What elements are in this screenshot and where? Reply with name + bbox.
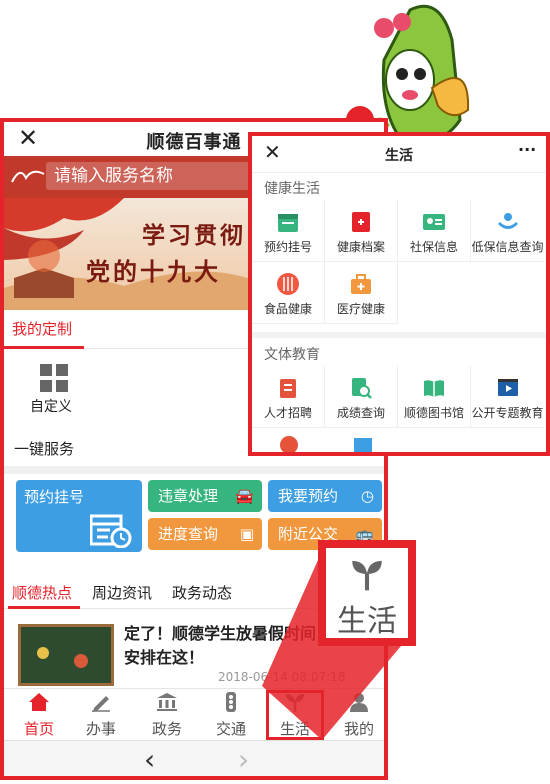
partial-icon	[354, 438, 372, 452]
appointment-tile[interactable]: 预约挂号	[16, 480, 142, 552]
tab-traffic[interactable]: 交通	[200, 692, 262, 739]
calendar-icon	[278, 214, 298, 232]
search-doc-icon	[352, 378, 372, 399]
tab-government[interactable]: 政务	[136, 692, 198, 739]
tab-label: 我的	[343, 720, 374, 738]
forward-icon[interactable]: ›	[238, 743, 249, 776]
logo-icon	[10, 164, 46, 188]
grid-item-label: 医疗健康	[336, 302, 385, 316]
grid-item-education[interactable]: 公开专题教育	[471, 366, 544, 428]
clock-icon: ◷	[360, 487, 374, 505]
news-timestamp: 2018-06-14 08:07:18	[218, 670, 346, 684]
grid-icon[interactable]	[40, 364, 68, 392]
tab-shunde-hot[interactable]: 顺德热点	[12, 582, 72, 603]
banner-line2: 党的十九大	[86, 257, 221, 286]
grid-item-social-security[interactable]: 社保信息	[398, 200, 471, 262]
tile-label: 我要预约	[278, 487, 339, 505]
tab-label: 交通	[215, 720, 246, 738]
user-icon	[350, 693, 368, 712]
medical-kit-icon	[351, 274, 371, 294]
home-icon	[29, 693, 49, 711]
grid-item-library[interactable]: 顺德图书馆	[398, 366, 471, 428]
tab-label: 办事	[85, 720, 116, 738]
tab-label: 首页	[23, 720, 54, 738]
recruit-icon	[280, 379, 296, 398]
grid-item-recruit[interactable]: 人才招聘	[252, 366, 325, 428]
tile-label: 进度查询	[158, 525, 219, 543]
document-search-icon: ▣	[239, 525, 254, 543]
tile-label: 违章处理	[158, 487, 219, 505]
tab-nearby-news[interactable]: 周边资讯	[92, 582, 152, 603]
search-input[interactable]: 请输入服务名称	[46, 162, 256, 190]
grid-item-label: 顺德图书馆	[403, 406, 464, 420]
grid-item-appointment[interactable]: 预约挂号	[252, 200, 325, 262]
video-icon	[497, 379, 518, 396]
grid-item-label: 人才招聘	[263, 406, 312, 420]
custom-item-label[interactable]: 自定义	[30, 396, 72, 416]
grid-item-label: 健康档案	[336, 240, 385, 254]
grid-item-medical[interactable]: 医疗健康	[325, 262, 398, 324]
reserve-tile[interactable]: 我要预约 ◷	[268, 480, 382, 512]
grid-item-low-income[interactable]: 低保信息查询	[471, 200, 544, 262]
browser-nav-bar: ‹ ›	[4, 740, 384, 776]
book-icon	[424, 380, 444, 397]
popup-title: 生活	[385, 148, 413, 164]
tab-gov-news[interactable]: 政务动态	[172, 582, 232, 603]
grid-item-food-health[interactable]: 食品健康	[252, 262, 325, 324]
id-card-icon	[423, 214, 445, 230]
tab-my-custom[interactable]: 我的定制	[12, 318, 72, 339]
grid-item-label: 食品健康	[263, 302, 312, 316]
car-icon: 🚘	[235, 487, 254, 505]
grid-item-label: 预约挂号	[263, 240, 312, 254]
traffic-light-icon	[226, 692, 236, 712]
tab-mine[interactable]: 我的	[328, 692, 384, 739]
violation-tile[interactable]: 违章处理 🚘	[148, 480, 262, 512]
zoom-label: 生活	[337, 604, 397, 639]
grid-item-label: 低保信息查询	[471, 240, 544, 254]
tile-label: 预约挂号	[24, 488, 85, 506]
section-title: 健康生活	[264, 181, 320, 197]
divider	[252, 332, 546, 338]
progress-tile[interactable]: 进度查询 ▣	[148, 518, 262, 550]
tab-home[interactable]: 首页	[8, 692, 70, 739]
back-icon[interactable]: ‹	[144, 743, 155, 776]
life-popup: ✕ 生活 ··· 健康生活 预约挂号 健康档案 社保信息 低保信息查询 食品健康…	[248, 132, 550, 456]
hands-icon	[497, 213, 518, 229]
grid-item-label: 成绩查询	[336, 406, 385, 420]
grid-item-scores[interactable]: 成绩查询	[325, 366, 398, 428]
active-tab-indicator	[4, 346, 84, 349]
partial-icon	[280, 436, 298, 452]
section-title: 一键服务	[14, 440, 75, 458]
pencil-icon	[92, 696, 110, 712]
grid-item-label: 公开专题教育	[471, 406, 544, 420]
banner-line1: 学习贯彻	[142, 222, 246, 249]
tab-affairs[interactable]: 办事	[70, 692, 132, 739]
government-icon	[157, 693, 177, 711]
health-record-icon	[352, 212, 370, 232]
highlight-box	[266, 690, 324, 740]
divider	[4, 466, 384, 474]
calendar-icon	[90, 514, 132, 548]
sprout-icon	[352, 560, 382, 591]
tab-label: 政务	[151, 720, 182, 738]
food-icon	[277, 273, 299, 295]
zoom-callout: 生活	[318, 540, 416, 646]
active-tab-indicator	[8, 606, 80, 609]
section-title: 文体教育	[264, 347, 320, 363]
news-thumbnail[interactable]	[18, 624, 114, 686]
popup-header: ✕ 生活 ···	[252, 136, 546, 173]
grid-item-health-record[interactable]: 健康档案	[325, 200, 398, 262]
grid-item-label: 社保信息	[409, 240, 458, 254]
more-icon[interactable]: ···	[518, 140, 536, 159]
